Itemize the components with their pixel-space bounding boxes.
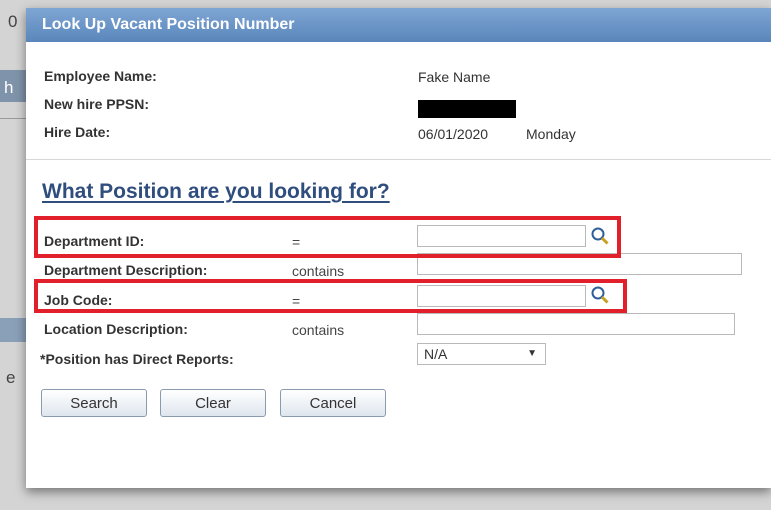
search-heading: What Position are you looking for?: [42, 180, 390, 203]
annotation-highlight-job-code: [34, 279, 627, 313]
hire-date-value: 06/01/2020: [418, 126, 489, 142]
section-divider: [26, 159, 771, 160]
hire-date-label: Hire Date:: [44, 124, 111, 140]
clear-button[interactable]: Clear: [160, 389, 266, 417]
cancel-button[interactable]: Cancel: [280, 389, 386, 417]
location-description-operator: contains: [292, 322, 345, 338]
dialog-title[interactable]: Look Up Vacant Position Number: [26, 8, 771, 42]
department-description-operator: contains: [292, 263, 345, 279]
location-description-label: Location Description:: [44, 321, 188, 337]
search-button[interactable]: Search: [41, 389, 147, 417]
redacted-ppsn-value: [418, 100, 516, 118]
location-description-input[interactable]: [417, 313, 735, 335]
direct-reports-select[interactable]: N/A ▼: [417, 343, 546, 365]
background-header-strip: [0, 318, 26, 342]
background-divider: [0, 118, 26, 119]
hire-date-weekday: Monday: [526, 126, 576, 142]
new-hire-ppsn-label: New hire PPSN:: [44, 96, 150, 112]
dropdown-arrow-icon: ▼: [527, 348, 537, 359]
background-text-fragment: e: [6, 368, 16, 387]
background-text-fragment: h: [4, 78, 14, 97]
employee-name-value: Fake Name: [418, 69, 491, 85]
direct-reports-selected-value: N/A: [424, 346, 448, 362]
direct-reports-label: *Position has Direct Reports:: [40, 351, 234, 367]
annotation-highlight-department-id: [34, 216, 621, 258]
background-text-fragment: 0: [8, 12, 18, 31]
department-description-label: Department Description:: [44, 262, 208, 278]
employee-name-label: Employee Name:: [44, 68, 157, 84]
